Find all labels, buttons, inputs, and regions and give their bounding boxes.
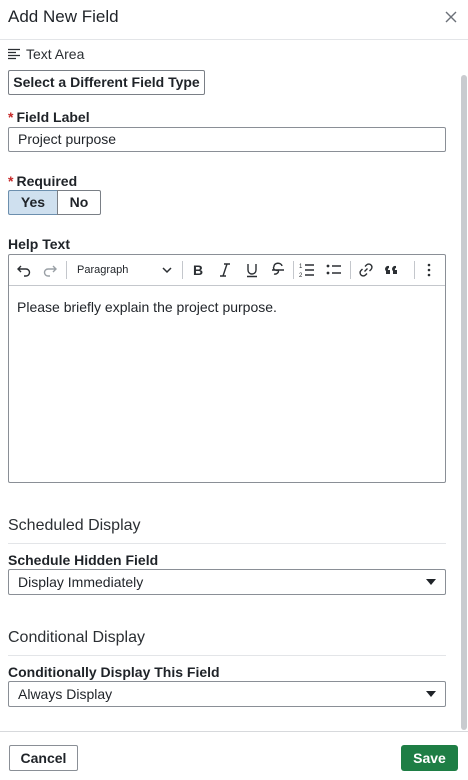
schedule-hidden-field-label: Schedule Hidden Field: [8, 552, 159, 568]
field-label-text: Field Label: [16, 109, 90, 125]
required-heading: * Required: [8, 173, 77, 189]
numbered-list-icon[interactable]: 1 2: [299, 262, 315, 278]
strikethrough-icon[interactable]: [270, 262, 286, 278]
required-asterisk: *: [8, 109, 14, 125]
text-area-icon: [8, 48, 20, 60]
field-type-label: Text Area: [26, 46, 85, 62]
caret-down-icon: [426, 579, 436, 585]
help-text-editor: Paragraph B 1 2 Please briefly explain t…: [8, 254, 446, 483]
caret-down-icon: [426, 691, 436, 697]
required-yes-option[interactable]: Yes: [8, 190, 57, 215]
help-text-content[interactable]: Please briefly explain the project purpo…: [17, 299, 277, 315]
svg-text:B: B: [193, 262, 203, 278]
field-label-input[interactable]: Project purpose: [8, 127, 446, 152]
close-icon[interactable]: [443, 9, 459, 25]
svg-text:2: 2: [299, 273, 303, 278]
undo-icon[interactable]: [16, 262, 32, 278]
schedule-hidden-field-select[interactable]: Display Immediately: [8, 569, 446, 595]
scheduled-display-title: Scheduled Display: [8, 517, 141, 534]
required-label-text: Required: [16, 173, 78, 189]
redo-icon[interactable]: [42, 262, 58, 278]
conditionally-display-value: Always Display: [18, 686, 113, 702]
select-different-field-type-button[interactable]: Select a Different Field Type: [8, 70, 205, 95]
required-toggle: Yes No: [8, 190, 101, 215]
schedule-hidden-field-value: Display Immediately: [18, 574, 144, 590]
more-vertical-icon[interactable]: [421, 262, 437, 278]
field-label-heading: * Field Label: [8, 109, 90, 125]
section-divider: [8, 655, 446, 656]
blockquote-icon[interactable]: [384, 262, 400, 278]
block-format-select[interactable]: Paragraph: [76, 262, 174, 279]
cancel-button[interactable]: Cancel: [9, 745, 78, 771]
conditionally-display-select[interactable]: Always Display: [8, 681, 446, 707]
link-icon[interactable]: [358, 262, 374, 278]
scrollbar-thumb[interactable]: [461, 75, 467, 730]
bullet-list-icon[interactable]: [326, 262, 342, 278]
svg-text:1: 1: [299, 264, 303, 270]
dialog-header: Add New Field: [0, 0, 468, 40]
block-format-value: Paragraph: [77, 264, 129, 276]
bold-icon[interactable]: B: [190, 262, 206, 278]
dialog-title: Add New Field: [8, 7, 119, 26]
conditionally-display-label: Conditionally Display This Field: [8, 664, 220, 680]
save-button[interactable]: Save: [401, 745, 458, 771]
underline-icon[interactable]: [244, 262, 260, 278]
editor-toolbar: Paragraph B 1 2: [9, 255, 445, 286]
italic-icon[interactable]: [217, 262, 233, 278]
help-text-heading: Help Text: [8, 236, 70, 252]
required-no-option[interactable]: No: [57, 190, 101, 215]
chevron-down-icon: [162, 267, 172, 274]
field-type-indicator: Text Area: [8, 46, 84, 62]
conditional-display-title: Conditional Display: [8, 629, 145, 646]
section-divider: [8, 543, 446, 544]
required-asterisk: *: [8, 173, 14, 189]
